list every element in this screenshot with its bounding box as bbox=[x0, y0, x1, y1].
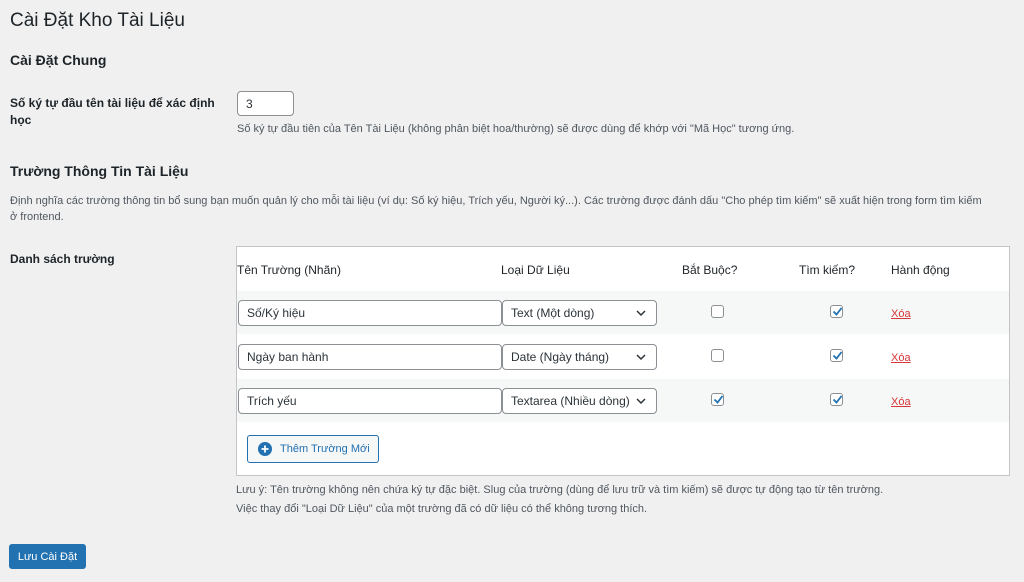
field-type-value: Textarea (Nhiều dòng) bbox=[511, 394, 630, 408]
required-checkbox[interactable] bbox=[711, 349, 724, 362]
fields-note: Lưu ý: Tên trường không nên chứa ký tự đ… bbox=[236, 481, 883, 519]
page-title: Cài Đặt Kho Tài Liệu bbox=[10, 10, 185, 31]
chevron-down-icon bbox=[636, 354, 646, 361]
searchable-checkbox[interactable] bbox=[830, 349, 843, 362]
required-checkbox[interactable] bbox=[711, 305, 724, 318]
prefix-length-input[interactable]: 3 bbox=[237, 91, 294, 116]
fields-note-line-1: Lưu ý: Tên trường không nên chứa ký tự đ… bbox=[236, 484, 884, 496]
searchable-checkbox[interactable] bbox=[830, 305, 843, 318]
field-type-select[interactable]: Textarea (Nhiều dòng) bbox=[502, 388, 657, 414]
plus-circle-icon bbox=[258, 442, 272, 456]
chevron-down-icon bbox=[636, 398, 646, 405]
required-checkbox[interactable] bbox=[711, 393, 724, 406]
fields-table: Tên Trường (Nhãn) Loại Dữ Liệu Bắt Buộc?… bbox=[236, 246, 1010, 476]
prefix-length-description: Số ký tự đầu tiên của Tên Tài Liệu (khôn… bbox=[237, 123, 795, 135]
table-row: Số/Ký hiệu Text (Một dòng) Xóa bbox=[237, 291, 1009, 334]
general-settings-heading: Cài Đặt Chung bbox=[10, 52, 107, 68]
field-list-label: Danh sách trường bbox=[10, 252, 115, 266]
column-header-action: Hành động bbox=[891, 263, 950, 277]
delete-field-link[interactable]: Xóa bbox=[891, 308, 911, 320]
document-fields-heading: Trường Thông Tin Tài Liệu bbox=[10, 163, 189, 179]
column-header-name: Tên Trường (Nhãn) bbox=[237, 263, 341, 277]
table-row: Trích yếu Textarea (Nhiều dòng) Xóa bbox=[237, 379, 1009, 422]
searchable-checkbox[interactable] bbox=[830, 393, 843, 406]
checkmark-icon bbox=[832, 307, 843, 316]
add-field-button[interactable]: Thêm Trường Mới bbox=[247, 435, 379, 463]
delete-field-link[interactable]: Xóa bbox=[891, 352, 911, 364]
add-field-label: Thêm Trường Mới bbox=[280, 443, 370, 455]
field-type-value: Text (Một dòng) bbox=[511, 306, 595, 320]
save-settings-button[interactable]: Lưu Cài Đặt bbox=[9, 544, 86, 569]
field-type-value: Date (Ngày tháng) bbox=[511, 350, 610, 364]
field-type-select[interactable]: Date (Ngày tháng) bbox=[502, 344, 657, 370]
field-name-input[interactable]: Ngày ban hành bbox=[238, 344, 502, 370]
checkmark-icon bbox=[713, 395, 724, 404]
delete-field-link[interactable]: Xóa bbox=[891, 396, 911, 408]
column-header-required: Bắt Buộc? bbox=[682, 263, 738, 277]
checkmark-icon bbox=[832, 351, 843, 360]
table-row: Ngày ban hành Date (Ngày tháng) Xóa bbox=[237, 335, 1009, 378]
column-header-search: Tìm kiếm? bbox=[799, 263, 856, 277]
chevron-down-icon bbox=[636, 310, 646, 317]
column-header-type: Loại Dữ Liệu bbox=[501, 263, 570, 277]
fields-note-line-2: Việc thay đổi "Loại Dữ Liệu" của một trư… bbox=[236, 503, 648, 515]
document-fields-description: Định nghĩa các trường thông tin bổ sung … bbox=[10, 192, 1015, 227]
field-name-input[interactable]: Số/Ký hiệu bbox=[238, 300, 502, 326]
prefix-length-label: Số ký tự đầu tên tài liệu để xác định họ… bbox=[10, 96, 215, 127]
field-name-input[interactable]: Trích yếu bbox=[238, 388, 502, 414]
checkmark-icon bbox=[832, 395, 843, 404]
field-type-select[interactable]: Text (Một dòng) bbox=[502, 300, 657, 326]
fields-desc-line-1: Định nghĩa các trường thông tin bổ sung … bbox=[10, 195, 982, 207]
